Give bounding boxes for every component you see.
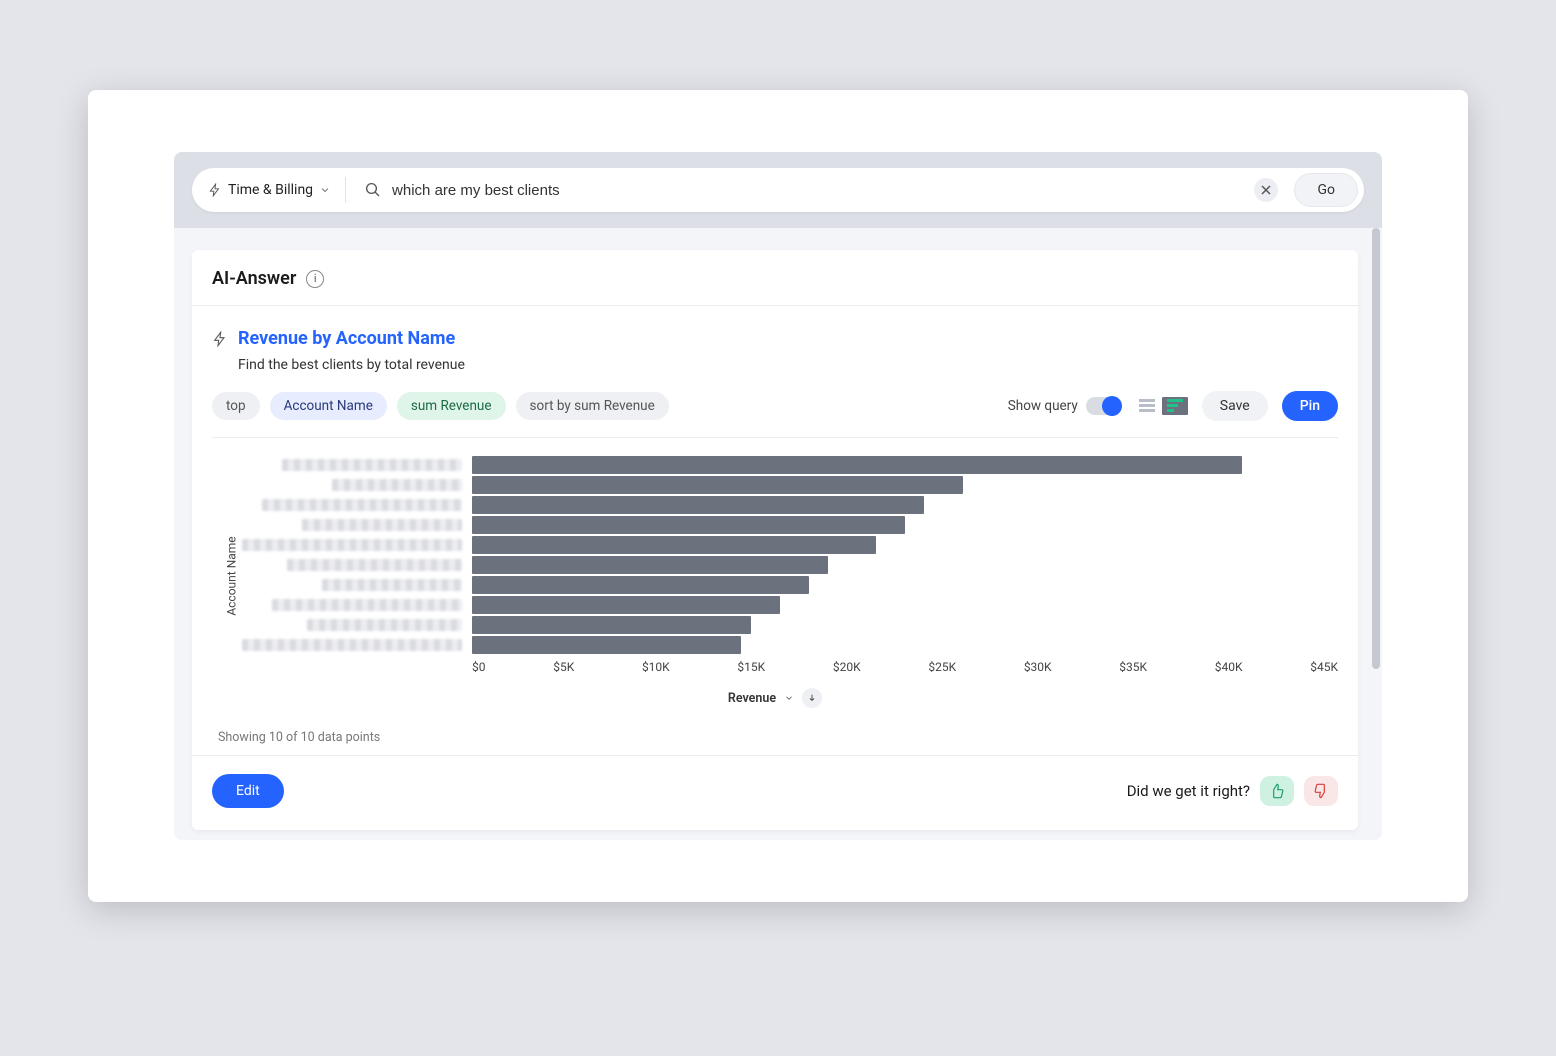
chart-bar[interactable] — [472, 616, 751, 634]
viz-table-button[interactable] — [1134, 393, 1160, 419]
pill-account-name[interactable]: Account Name — [270, 392, 387, 420]
chevron-down-icon — [319, 184, 331, 196]
search-row: Time & Billing Go — [174, 152, 1382, 228]
chart-category-label — [242, 636, 472, 654]
viz-switcher — [1134, 393, 1188, 419]
chart-tick: $40K — [1215, 660, 1243, 674]
pill-sort[interactable]: sort by sum Revenue — [516, 392, 669, 420]
inner-panel: Time & Billing Go AI-Answer i Revenue by… — [174, 152, 1382, 840]
show-query-toggle[interactable] — [1086, 397, 1120, 415]
thumbs-down-button[interactable] — [1304, 776, 1338, 806]
feedback-row: Did we get it right? — [1127, 776, 1338, 806]
chart-category-label — [242, 456, 472, 474]
answer-title-link[interactable]: Revenue by Account Name — [238, 328, 455, 349]
save-button[interactable]: Save — [1202, 391, 1268, 421]
chart-bar[interactable] — [472, 576, 809, 594]
search-pill: Time & Billing Go — [192, 168, 1364, 212]
bar-chart-icon — [1166, 397, 1184, 415]
answer-subtitle: Find the best clients by total revenue — [192, 353, 1358, 391]
chart-category-label — [242, 576, 472, 594]
viz-bar-button[interactable] — [1162, 397, 1188, 415]
pill-top[interactable]: top — [212, 392, 260, 420]
card-header: AI-Answer i — [192, 250, 1358, 305]
search-input[interactable] — [392, 182, 1244, 199]
pill-sum-revenue[interactable]: sum Revenue — [397, 392, 506, 420]
answer-title-row: Revenue by Account Name — [192, 306, 1358, 353]
chart-bar[interactable] — [472, 496, 924, 514]
chart-category-label — [242, 496, 472, 514]
chart-category-label — [242, 516, 472, 534]
chart-xlabel: Revenue — [728, 691, 776, 706]
feedback-prompt: Did we get it right? — [1127, 782, 1250, 800]
sort-direction-button[interactable] — [802, 688, 822, 708]
answer-card: AI-Answer i Revenue by Account Name Find… — [192, 250, 1358, 830]
chart-tick: $0 — [472, 660, 486, 674]
chart-ylabel: Account Name — [225, 536, 239, 615]
clear-button[interactable] — [1254, 178, 1278, 202]
card-footer: Edit Did we get it right? — [192, 755, 1358, 830]
chart-category-label — [242, 616, 472, 634]
chart-category-label — [242, 556, 472, 574]
thumbs-up-button[interactable] — [1260, 776, 1294, 806]
thumbs-down-icon — [1313, 783, 1329, 799]
chart-tick: $25K — [928, 660, 956, 674]
chart-bar[interactable] — [472, 516, 905, 534]
chart-category-label — [242, 596, 472, 614]
thumbs-up-icon — [1269, 783, 1285, 799]
show-query-label: Show query — [1008, 398, 1078, 414]
query-pill-row: top Account Name sum Revenue sort by sum… — [192, 391, 1358, 437]
scrollbar[interactable] — [1372, 228, 1380, 840]
chart-tick: $30K — [1024, 660, 1052, 674]
chart-category-column — [212, 456, 472, 654]
chart-tick: $45K — [1310, 660, 1338, 674]
bolt-icon — [212, 331, 228, 347]
chart-xlabel-row: Revenue — [212, 688, 1338, 708]
pin-button[interactable]: Pin — [1282, 391, 1338, 421]
chart-bar[interactable] — [472, 456, 1242, 474]
chart-bar[interactable] — [472, 536, 876, 554]
close-icon — [1261, 185, 1271, 195]
scope-label: Time & Billing — [228, 182, 313, 198]
content-wrap: AI-Answer i Revenue by Account Name Find… — [174, 228, 1382, 840]
show-query-control: Show query — [1008, 397, 1120, 415]
chevron-down-icon[interactable] — [784, 693, 794, 703]
chart-bar[interactable] — [472, 476, 963, 494]
chart-tick: $15K — [737, 660, 765, 674]
search-icon — [364, 181, 382, 199]
bolt-icon — [208, 183, 222, 197]
chart-tick: $35K — [1119, 660, 1147, 674]
chart-tick: $10K — [642, 660, 670, 674]
go-button[interactable]: Go — [1294, 173, 1358, 207]
info-icon[interactable]: i — [306, 270, 324, 288]
chart-bar[interactable] — [472, 636, 741, 654]
arrow-down-icon — [807, 693, 817, 703]
app-card: Time & Billing Go AI-Answer i Revenue by… — [88, 90, 1468, 902]
chart-category-label — [242, 476, 472, 494]
chart: Account Name $0 $5K $10K $15K $20K $25K $30K $3… — [192, 438, 1358, 714]
chart-tick: $5K — [553, 660, 574, 674]
chart-category-label — [242, 536, 472, 554]
section-title: AI-Answer — [212, 268, 296, 289]
edit-button[interactable]: Edit — [212, 774, 284, 808]
chart-bar[interactable] — [472, 596, 780, 614]
table-icon — [1138, 397, 1156, 415]
scope-selector[interactable]: Time & Billing — [208, 177, 346, 203]
chart-x-axis: $0 $5K $10K $15K $20K $25K $30K $35K $40K $45K — [212, 660, 1338, 674]
chart-bar[interactable] — [472, 556, 828, 574]
chart-tick: $20K — [833, 660, 861, 674]
toolbar: Show query Save Pin — [1008, 391, 1338, 421]
datapoints-label: Showing 10 of 10 data points — [192, 714, 1358, 755]
chart-bars-column — [472, 456, 1338, 654]
